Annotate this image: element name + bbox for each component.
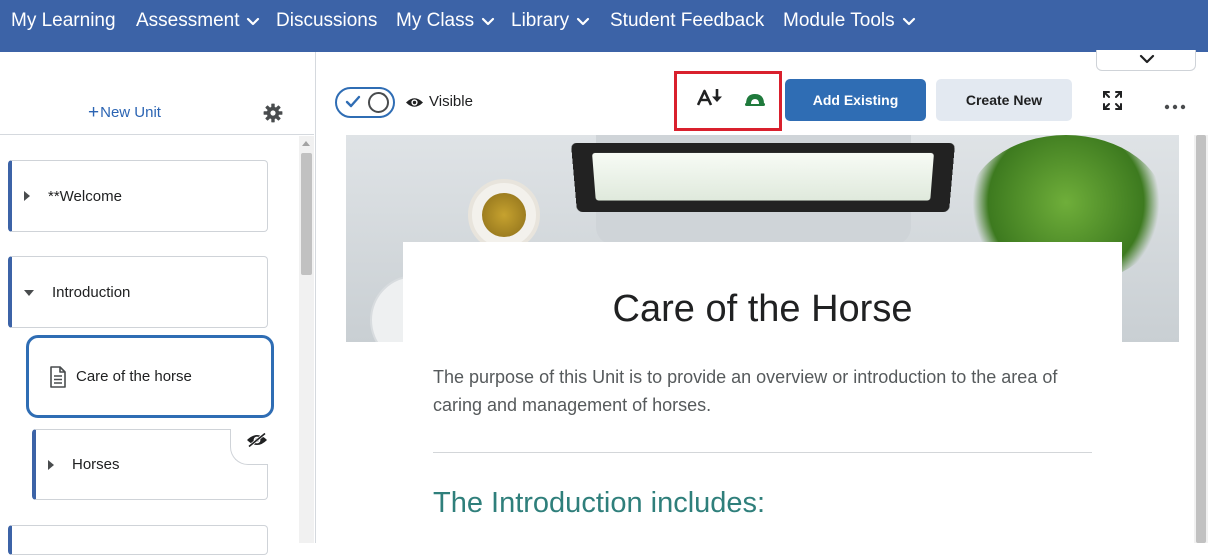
nav-library[interactable]: Library xyxy=(511,9,591,33)
visibility-toggle[interactable] xyxy=(335,87,395,118)
nav-library-label: Library xyxy=(511,10,570,31)
laptop-glass-graphic xyxy=(592,152,934,201)
new-unit-button[interactable]: + New Unit xyxy=(88,103,161,122)
page-description: The purpose of this Unit is to provide a… xyxy=(433,367,1058,415)
unit-next[interactable] xyxy=(8,525,268,555)
sidebar-scrollbar[interactable] xyxy=(299,136,314,543)
scroll-up-arrow-icon[interactable] xyxy=(302,141,310,146)
eye-slash-icon xyxy=(246,432,268,448)
unit-horses[interactable]: Horses xyxy=(32,429,268,500)
section-heading: The Introduction includes: xyxy=(433,487,766,519)
tea-graphic xyxy=(482,193,526,237)
content-card: Care of the Horse The purpose of this Un… xyxy=(403,242,1122,543)
visibility-label: Visible xyxy=(429,93,473,110)
topic-label: Care of the horse xyxy=(76,368,192,385)
eye-icon xyxy=(405,96,424,109)
scrollbar-thumb[interactable] xyxy=(1196,135,1206,543)
nav-my-learning-label: My Learning xyxy=(11,10,116,31)
unit-welcome[interactable]: **Welcome xyxy=(8,160,268,232)
add-existing-button[interactable]: Add Existing xyxy=(785,79,926,121)
nav-my-class-label: My Class xyxy=(396,10,475,31)
nav-assessment[interactable]: Assessment xyxy=(136,9,261,33)
content-scrollbar[interactable] xyxy=(1194,135,1208,543)
cup-graphic xyxy=(468,179,540,251)
unit-introduction[interactable]: Introduction xyxy=(8,256,268,328)
gear-icon[interactable] xyxy=(263,103,283,123)
expand-icon[interactable] xyxy=(1103,91,1122,110)
nav-discussions[interactable]: Discussions xyxy=(276,9,377,33)
caret-down-icon[interactable] xyxy=(24,290,34,296)
chevron-down-icon xyxy=(245,13,261,29)
topic-care-of-the-horse[interactable]: Care of the horse xyxy=(26,335,274,418)
create-new-button[interactable]: Create New xyxy=(936,79,1072,121)
content-area: Care of the Horse The purpose of this Un… xyxy=(317,135,1194,543)
nav-student-feedback-label: Student Feedback xyxy=(610,10,765,31)
nav-student-feedback[interactable]: Student Feedback xyxy=(610,9,764,33)
unit-welcome-label: **Welcome xyxy=(48,187,122,205)
chevron-down-icon xyxy=(575,13,591,29)
top-navigation-bar: My Learning Assessment Discussions My Cl… xyxy=(0,0,1208,52)
divider xyxy=(433,452,1092,453)
chevron-down-icon xyxy=(901,13,917,29)
unit-horses-label: Horses xyxy=(72,456,120,473)
document-icon xyxy=(49,365,67,388)
nav-assessment-label: Assessment xyxy=(136,10,240,31)
chevron-down-icon xyxy=(1139,54,1155,64)
new-unit-label: New Unit xyxy=(100,104,161,121)
nav-my-class[interactable]: My Class xyxy=(396,9,496,33)
nav-module-tools-label: Module Tools xyxy=(783,10,895,31)
caret-right-icon[interactable] xyxy=(24,191,30,201)
helmet-icon[interactable] xyxy=(744,92,766,108)
nav-discussions-label: Discussions xyxy=(276,10,378,31)
chevron-down-icon xyxy=(480,13,496,29)
caret-right-icon[interactable] xyxy=(48,459,54,470)
toggle-knob xyxy=(368,92,389,113)
scrollbar-thumb[interactable] xyxy=(301,153,312,275)
nav-my-learning[interactable]: My Learning xyxy=(11,9,116,33)
unit-introduction-label: Introduction xyxy=(52,283,131,301)
page-title: Care of the Horse xyxy=(612,288,913,330)
plus-icon: + xyxy=(88,102,100,123)
collapse-toolbar-button[interactable] xyxy=(1096,50,1196,71)
laptop-screen-graphic xyxy=(570,142,956,213)
text-size-icon[interactable] xyxy=(696,88,723,108)
nav-module-tools[interactable]: Module Tools xyxy=(783,9,917,33)
checkmark-icon xyxy=(345,95,361,108)
more-options-icon[interactable] xyxy=(1164,97,1186,110)
sidebar-header: + New Unit xyxy=(0,52,314,135)
